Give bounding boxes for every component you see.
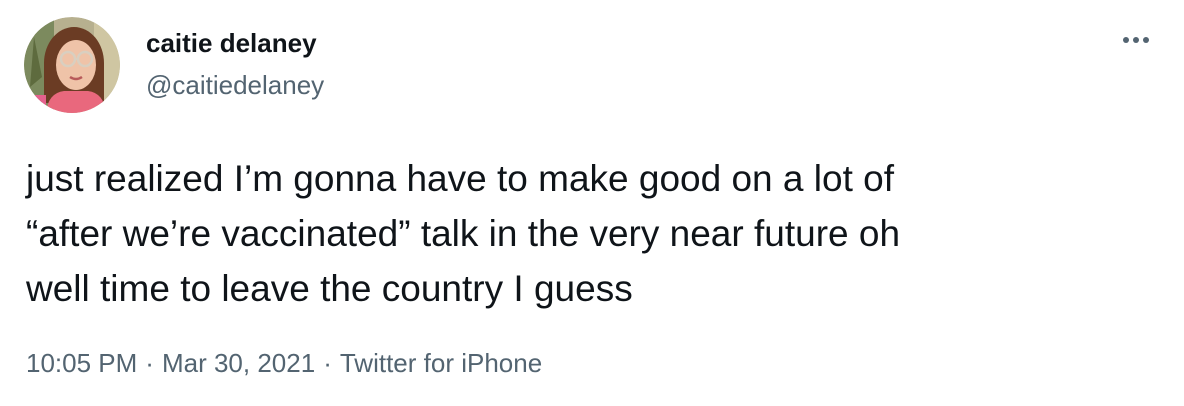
- tweet-time[interactable]: 10:05 PM: [26, 348, 137, 378]
- author-avatar[interactable]: [24, 17, 120, 113]
- tweet-source[interactable]: Twitter for iPhone: [340, 348, 542, 378]
- more-options-button[interactable]: [1116, 26, 1156, 54]
- tweet-date[interactable]: Mar 30, 2021: [162, 348, 315, 378]
- meta-separator: ·: [145, 348, 154, 378]
- tweet-card: caitie delaney @caitiedelaney just reali…: [0, 0, 1184, 406]
- tweet-text: just realized I’m gonna have to make goo…: [26, 158, 901, 309]
- author-handle[interactable]: @caitiedelaney: [146, 70, 324, 101]
- user-avatar-photo-icon: [24, 17, 120, 113]
- meta-separator: ·: [323, 348, 332, 378]
- author-display-name[interactable]: caitie delaney: [146, 28, 317, 59]
- tweet-metadata: 10:05 PM · Mar 30, 2021 · Twitter for iPhone: [26, 348, 542, 379]
- more-horizontal-icon: [1123, 37, 1149, 43]
